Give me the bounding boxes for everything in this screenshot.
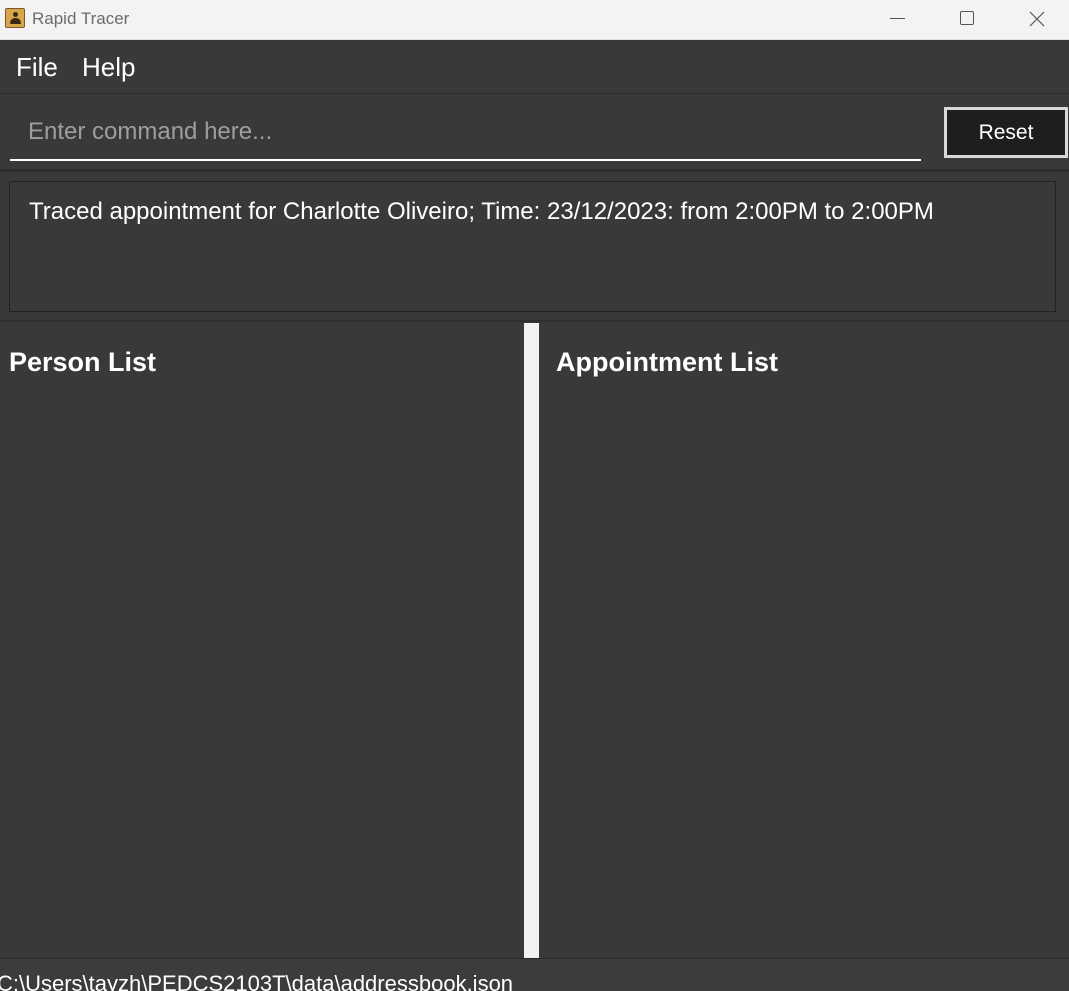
status-bar: C:\Users\tayzh\PEDCS2103T\data\addressbo… — [0, 958, 1069, 991]
menu-bar: File Help — [0, 41, 1069, 94]
window-title: Rapid Tracer — [32, 9, 130, 28]
maximize-icon — [960, 11, 974, 25]
menu-help[interactable]: Help — [82, 52, 135, 82]
command-input[interactable] — [10, 105, 921, 161]
appointment-list-panel: Appointment List — [539, 323, 1069, 958]
minimize-button[interactable] — [862, 0, 932, 38]
reset-button[interactable]: Reset — [944, 107, 1068, 158]
app-window: Rapid Tracer File Help Reset Traced appo… — [0, 0, 1069, 991]
result-display: Traced appointment for Charlotte Oliveir… — [9, 181, 1056, 312]
command-box: Reset — [0, 95, 1069, 172]
menu-file[interactable]: File — [16, 52, 58, 82]
close-icon — [1029, 11, 1045, 27]
maximize-button[interactable] — [931, 0, 1001, 38]
close-button[interactable] — [1001, 0, 1069, 38]
split-pane-divider[interactable] — [524, 323, 539, 958]
save-location-path: C:\Users\tayzh\PEDCS2103T\data\addressbo… — [0, 971, 514, 991]
title-bar[interactable]: Rapid Tracer — [0, 0, 1069, 40]
minimize-icon — [890, 18, 905, 19]
person-list-title: Person List — [9, 347, 157, 377]
person-list-panel: Person List — [0, 323, 524, 958]
app-icon — [5, 8, 25, 28]
result-display-container: Traced appointment for Charlotte Oliveir… — [0, 172, 1069, 322]
appointment-list-title: Appointment List — [556, 347, 778, 377]
